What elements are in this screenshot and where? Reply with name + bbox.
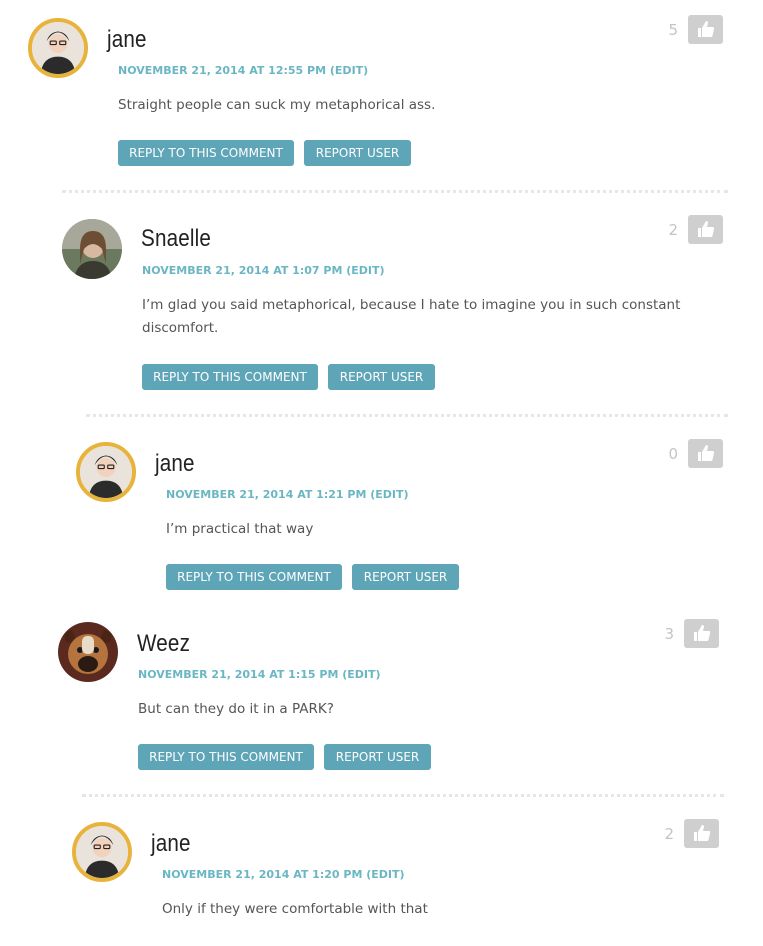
- like-count: 2: [664, 825, 674, 843]
- comment: Snaelle NOVEMBER 21, 2014 AT 1:07 PM (ED…: [0, 200, 763, 410]
- like-count: 2: [668, 221, 678, 239]
- reply-button[interactable]: REPLY TO THIS COMMENT: [138, 744, 314, 770]
- jane-avatar-icon[interactable]: [76, 442, 136, 502]
- edit-link[interactable]: (EDIT): [342, 668, 380, 681]
- comment-date-text[interactable]: NOVEMBER 21, 2014 AT 1:15 PM: [138, 668, 338, 681]
- comment-date: NOVEMBER 21, 2014 AT 1:20 PM (EDIT): [162, 868, 405, 881]
- report-user-button[interactable]: REPORT USER: [328, 364, 435, 390]
- edit-link[interactable]: (EDIT): [366, 868, 404, 881]
- comment: jane NOVEMBER 21, 2014 AT 1:20 PM (EDIT)…: [0, 804, 763, 946]
- thumbs-up-icon: [697, 21, 714, 37]
- comment-divider: [86, 414, 728, 417]
- like-button[interactable]: [688, 15, 723, 44]
- thumbs-up-icon: [697, 221, 714, 237]
- like-button[interactable]: [684, 819, 719, 848]
- comment: jane NOVEMBER 21, 2014 AT 1:21 PM (EDIT)…: [0, 424, 763, 604]
- thumbs-up-icon: [693, 625, 710, 641]
- comment-date: NOVEMBER 21, 2014 AT 12:55 PM (EDIT): [118, 64, 368, 77]
- reply-button[interactable]: REPLY TO THIS COMMENT: [166, 564, 342, 590]
- comment-text: Straight people can suck my metaphorical…: [118, 97, 436, 113]
- like-button[interactable]: [688, 439, 723, 468]
- comment-author[interactable]: Snaelle: [141, 225, 211, 253]
- edit-link[interactable]: (EDIT): [370, 488, 408, 501]
- comment-author[interactable]: Weez: [137, 630, 190, 658]
- thumbs-up-icon: [697, 445, 714, 461]
- comment-date-text[interactable]: NOVEMBER 21, 2014 AT 1:21 PM: [166, 488, 366, 501]
- reply-button[interactable]: REPLY TO THIS COMMENT: [118, 140, 294, 166]
- jane-avatar-icon[interactable]: [28, 18, 88, 78]
- comment-text: Only if they were comfortable with that: [162, 901, 428, 917]
- comment-author[interactable]: jane: [107, 26, 147, 54]
- edit-link[interactable]: (EDIT): [346, 264, 384, 277]
- like-button[interactable]: [684, 619, 719, 648]
- like-count: 0: [668, 445, 678, 463]
- report-user-button[interactable]: REPORT USER: [304, 140, 411, 166]
- comment-divider: [62, 190, 728, 193]
- comment: Weez NOVEMBER 21, 2014 AT 1:15 PM (EDIT)…: [0, 604, 763, 794]
- dog-avatar-icon[interactable]: [58, 622, 118, 682]
- like-count: 5: [668, 21, 678, 39]
- comment-text: But can they do it in a PARK?: [138, 701, 334, 717]
- like-button[interactable]: [688, 215, 723, 244]
- snaelle-avatar-icon[interactable]: [62, 219, 122, 279]
- comment-date-text[interactable]: NOVEMBER 21, 2014 AT 1:20 PM: [162, 868, 362, 881]
- like-count: 3: [664, 625, 674, 643]
- comment-date-text[interactable]: NOVEMBER 21, 2014 AT 1:07 PM: [142, 264, 342, 277]
- comment-date: NOVEMBER 21, 2014 AT 1:07 PM (EDIT): [142, 264, 385, 277]
- report-user-button[interactable]: REPORT USER: [324, 744, 431, 770]
- comment-date: NOVEMBER 21, 2014 AT 1:15 PM (EDIT): [138, 668, 381, 681]
- comment-text: I’m glad you said metaphorical, because …: [142, 297, 681, 336]
- report-user-button[interactable]: REPORT USER: [352, 564, 459, 590]
- comment-author[interactable]: jane: [155, 450, 195, 478]
- comment-date-text[interactable]: NOVEMBER 21, 2014 AT 12:55 PM: [118, 64, 326, 77]
- reply-button[interactable]: REPLY TO THIS COMMENT: [142, 364, 318, 390]
- comment-text: I’m practical that way: [166, 521, 314, 537]
- edit-link[interactable]: (EDIT): [330, 64, 368, 77]
- comment: jane NOVEMBER 21, 2014 AT 12:55 PM (EDIT…: [0, 0, 763, 190]
- comment-date: NOVEMBER 21, 2014 AT 1:21 PM (EDIT): [166, 488, 409, 501]
- thumbs-up-icon: [693, 825, 710, 841]
- comment-divider: [82, 794, 724, 797]
- jane-avatar-icon[interactable]: [72, 822, 132, 882]
- comment-author[interactable]: jane: [151, 830, 191, 858]
